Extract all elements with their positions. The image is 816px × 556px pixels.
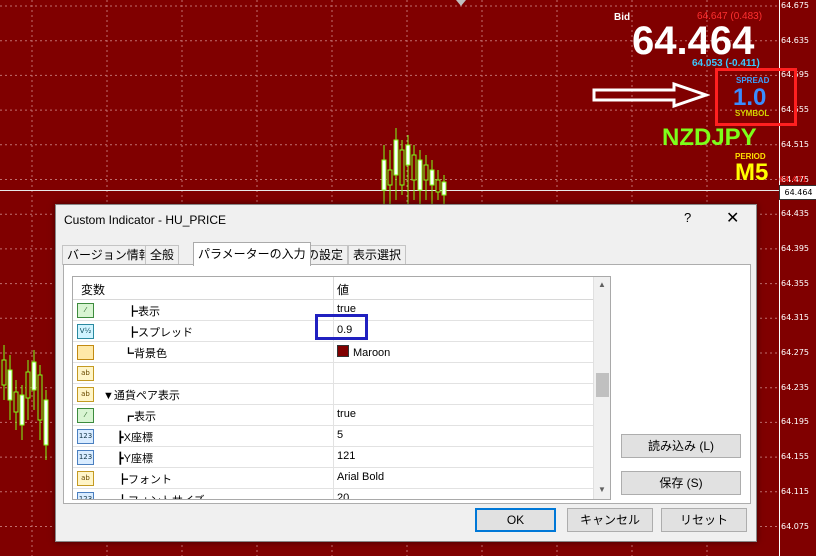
- tab-general[interactable]: 全般: [145, 245, 180, 265]
- help-button[interactable]: ?: [684, 210, 691, 225]
- price-axis-label: 64.395: [781, 243, 809, 253]
- candle-body: [37, 374, 43, 421]
- candle-body: [399, 149, 405, 186]
- candle-body: [25, 371, 31, 399]
- param-name: ┣フォントサイズ: [117, 492, 205, 499]
- symbol-value: NZDJPY: [662, 124, 757, 151]
- candle-body: [31, 361, 37, 391]
- param-value[interactable]: Maroon: [337, 345, 390, 359]
- ok-button[interactable]: OK: [475, 508, 556, 532]
- price-axis-label: 64.355: [781, 278, 809, 288]
- current-price-tag: 64.464: [779, 185, 816, 200]
- candle-body: [393, 139, 399, 176]
- param-name: ┣フォント: [117, 474, 172, 486]
- price-axis-label: 64.435: [781, 209, 809, 219]
- param-name: ▼通貨ペア表示: [103, 390, 180, 402]
- vs-type-icon: V½: [77, 324, 94, 339]
- candle-body: [423, 164, 429, 181]
- num-type-icon: 123: [77, 429, 94, 444]
- param-row[interactable]: 123 ┣X座標 5: [73, 426, 593, 447]
- price-axis-label: 64.275: [781, 348, 809, 357]
- candle-body: [13, 391, 19, 413]
- candle-body: [43, 399, 49, 446]
- param-row[interactable]: ab: [73, 363, 593, 384]
- spread-value-highlight: [315, 314, 368, 340]
- color-swatch: [337, 345, 349, 357]
- candle-body: [429, 169, 435, 186]
- param-row[interactable]: ab ┣フォント Arial Bold: [73, 468, 593, 489]
- candle-body: [387, 169, 393, 186]
- param-value[interactable]: Arial Bold: [337, 471, 384, 483]
- price-axis-label: 64.075: [781, 521, 809, 531]
- tab-version-info[interactable]: バージョン情報: [62, 245, 156, 265]
- grid-scrollbar[interactable]: ▲ ▼: [593, 277, 610, 499]
- param-row[interactable]: ab ▼通貨ペア表示: [73, 384, 593, 405]
- price-axis-label: 64.515: [781, 139, 809, 149]
- reset-button[interactable]: リセット: [661, 508, 747, 532]
- param-row[interactable]: 123 ┣フォントサイズ 20: [73, 489, 593, 499]
- candle-body: [405, 144, 411, 166]
- period-value: M5: [735, 159, 769, 186]
- param-row[interactable]: ⁄ ┏表示 true: [73, 405, 593, 426]
- num-type-icon: 123: [77, 492, 94, 499]
- save-button[interactable]: 保存 (S): [621, 471, 741, 495]
- column-variable: 変数: [81, 283, 106, 297]
- ab-type-icon: ab: [77, 387, 94, 402]
- column-value: 値: [337, 283, 350, 297]
- line-type-icon: ⁄: [77, 408, 94, 423]
- color-name: Maroon: [353, 347, 391, 359]
- candle-body: [417, 159, 423, 191]
- spread-highlight-box: [715, 68, 797, 126]
- candle-body: [441, 181, 447, 196]
- param-row[interactable]: 123 ┣Y座標 121: [73, 447, 593, 468]
- param-name: ┏表示: [123, 411, 156, 423]
- close-button[interactable]: ✕: [726, 208, 739, 228]
- parameters-grid[interactable]: 変数 値 ⁄ ┣表示 true V½ ┣スプレッド 0.9 ┗背景色 Maroon ab ab ▼通…: [72, 276, 611, 500]
- tab-parameters[interactable]: パラメーターの入力: [193, 242, 311, 266]
- num-type-icon: 123: [77, 450, 94, 465]
- candle-body: [7, 369, 13, 401]
- candle-body: [435, 179, 441, 193]
- param-name: ┣Y座標: [117, 453, 153, 465]
- param-value[interactable]: 5: [337, 429, 343, 441]
- param-name: ┣X座標: [117, 432, 153, 444]
- line-type-icon: ⁄: [77, 303, 94, 318]
- price-axis-label: 64.675: [781, 1, 809, 10]
- scroll-up-icon[interactable]: ▲: [598, 280, 606, 289]
- candle-body: [381, 159, 387, 191]
- candle-body: [1, 359, 7, 386]
- param-name: ┣スプレッド: [127, 327, 193, 339]
- load-button[interactable]: 読み込み (L): [621, 434, 741, 458]
- custom-indicator-dialog[interactable]: Custom Indicator - HU_PRICE ? ✕ バージョン情報 …: [55, 204, 757, 542]
- grid-header: 変数 値: [73, 277, 610, 300]
- bid-label: Bid: [614, 12, 631, 23]
- dialog-title: Custom Indicator - HU_PRICE: [64, 213, 227, 227]
- candle-body: [19, 394, 25, 426]
- param-name: ┣表示: [127, 306, 160, 318]
- param-value[interactable]: true: [337, 408, 356, 420]
- param-value[interactable]: 20: [337, 492, 349, 499]
- scroll-thumb[interactable]: [596, 373, 609, 397]
- param-name: ┗背景色: [123, 348, 167, 360]
- folder-type-icon: [77, 345, 94, 360]
- ask-price-tag: 64.471: [779, 175, 807, 184]
- scroll-down-icon[interactable]: ▼: [598, 485, 606, 494]
- price-axis-label: 64.315: [781, 313, 809, 323]
- param-row[interactable]: ┗背景色 Maroon: [73, 342, 593, 363]
- candle-body: [411, 154, 417, 181]
- price-axis-label: 64.115: [781, 486, 809, 496]
- tab-display-selection[interactable]: 表示選択: [348, 245, 407, 265]
- price-axis-label: 64.195: [781, 417, 809, 427]
- param-value[interactable]: 121: [337, 450, 355, 462]
- white-arrow-icon: [592, 82, 710, 108]
- price-axis-label: 64.155: [781, 452, 809, 462]
- cancel-button[interactable]: キャンセル: [567, 508, 653, 532]
- ab-type-icon: ab: [77, 471, 94, 486]
- price-axis-label: 64.235: [781, 382, 809, 392]
- ab-type-icon: ab: [77, 366, 94, 381]
- price-axis-label: 64.635: [781, 35, 809, 45]
